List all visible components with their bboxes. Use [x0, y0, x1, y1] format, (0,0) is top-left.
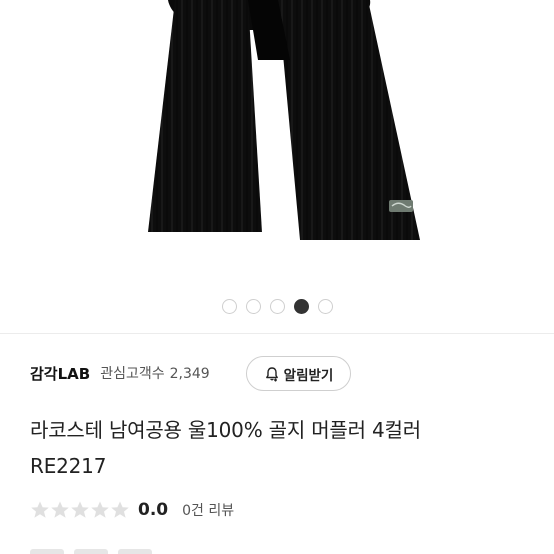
star-empty-icon [51, 501, 69, 518]
star-rating [30, 500, 130, 520]
scarf-image [148, 0, 420, 240]
carousel-dot[interactable] [269, 299, 285, 314]
star-empty-icon [111, 501, 129, 518]
star-empty-icon [31, 501, 49, 518]
product-title: 라코스테 남여공용 울100% 골지 머플러 4컬러 RE2217 [30, 412, 530, 484]
rating-summary: 0.0 0건 리뷰 [30, 500, 234, 520]
clipped-content [30, 546, 190, 554]
product-image[interactable] [0, 0, 554, 333]
carousel-dot[interactable] [245, 299, 261, 314]
carousel-dot-active[interactable] [293, 299, 309, 314]
divider [0, 333, 554, 334]
star-empty-icon [71, 501, 89, 518]
rating-score: 0.0 [138, 500, 169, 520]
followers-count: 관심고객수 2,349 [100, 363, 210, 383]
star-empty-icon [91, 501, 109, 518]
followers-label: 관심고객수 [100, 366, 165, 382]
clipped-block [74, 549, 108, 554]
clipped-block [118, 549, 152, 554]
clipped-block [30, 549, 64, 554]
carousel-dot[interactable] [221, 299, 237, 314]
product-title-line1: 라코스테 남여공용 울100% 골지 머플러 4컬러 [30, 418, 421, 442]
bell-plus-icon [265, 366, 278, 381]
notify-button[interactable]: 알림받기 [246, 356, 351, 391]
followers-number: 2,349 [169, 366, 210, 382]
notify-button-label: 알림받기 [283, 367, 334, 384]
review-count-link[interactable]: 0건 리뷰 [182, 500, 234, 520]
carousel-pagination [0, 299, 554, 314]
product-title-line2: RE2217 [30, 454, 107, 478]
seller-name[interactable]: 감각LAB [30, 363, 90, 384]
carousel-dot[interactable] [317, 299, 333, 314]
